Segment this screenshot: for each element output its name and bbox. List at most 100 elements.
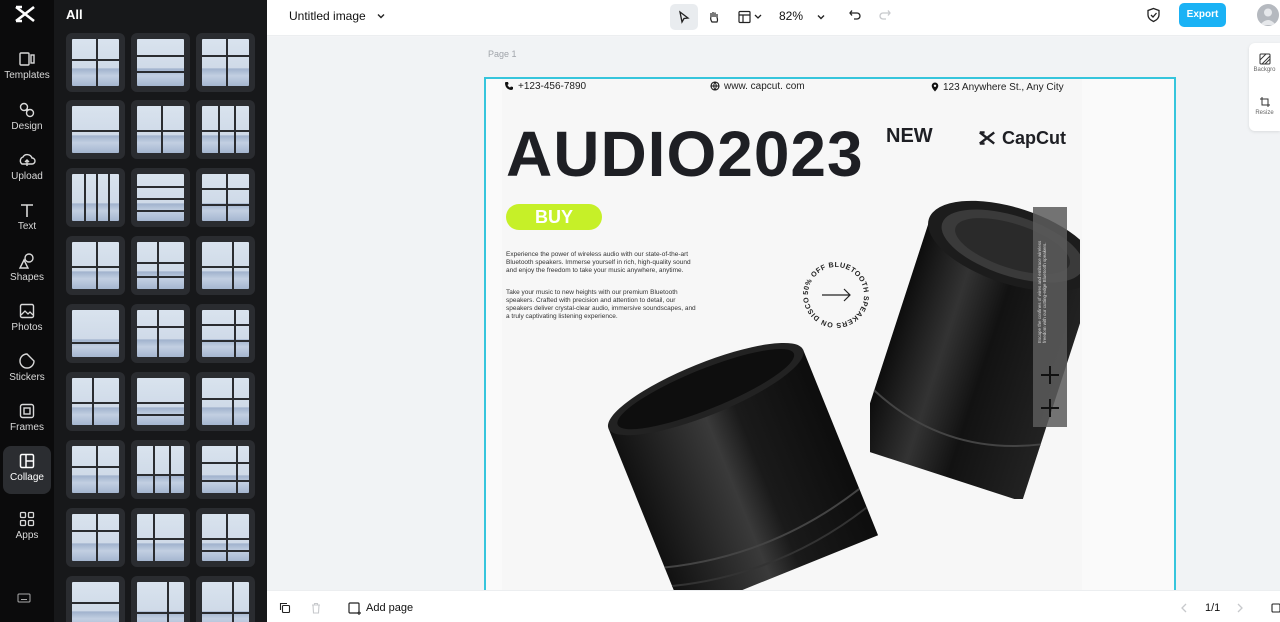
sidebar-item-label: Templates xyxy=(4,70,50,81)
sidebar-item-photos[interactable]: Photos xyxy=(3,296,51,344)
sidebar-item-label: Apps xyxy=(15,530,39,541)
page-canvas[interactable]: +123-456-7890 www. capcut. com 123 Anywh… xyxy=(484,77,1176,590)
duplicate-page-icon[interactable] xyxy=(279,602,291,614)
export-button[interactable]: Export xyxy=(1179,3,1226,27)
collage-template-thumb[interactable] xyxy=(66,440,125,499)
sidebar-item-collage[interactable]: Collage xyxy=(3,446,51,494)
collage-divider xyxy=(137,198,184,200)
sidebar-item-apps[interactable]: Apps xyxy=(3,504,51,552)
previous-page-icon[interactable] xyxy=(1179,603,1189,613)
description-paragraph-1[interactable]: Experience the power of wireless audio w… xyxy=(506,251,696,275)
capcut-logo-icon[interactable] xyxy=(13,3,37,25)
next-page-icon[interactable] xyxy=(1235,603,1245,613)
document-title[interactable]: Untitled image xyxy=(289,9,366,23)
collage-divider xyxy=(72,130,119,132)
plus-icon[interactable] xyxy=(1038,363,1062,387)
shield-check-icon[interactable] xyxy=(1146,7,1161,23)
sidebar-item-design[interactable]: Design xyxy=(3,95,51,143)
select-tool-button[interactable] xyxy=(670,4,698,30)
collage-template-thumb[interactable] xyxy=(131,440,190,499)
collage-template-thumb[interactable] xyxy=(196,304,255,363)
collage-template-preview xyxy=(137,174,184,221)
collage-template-thumb[interactable] xyxy=(131,33,190,92)
phone-text[interactable]: +123-456-7890 xyxy=(504,81,586,92)
collage-template-preview xyxy=(137,242,184,289)
sidebar-item-templates[interactable]: Templates xyxy=(3,44,51,92)
frames-icon xyxy=(19,403,35,419)
collage-template-preview xyxy=(137,582,184,622)
collage-template-thumb[interactable] xyxy=(131,576,190,622)
collage-template-preview xyxy=(202,174,249,221)
redo-icon[interactable] xyxy=(878,8,892,22)
page-menu-icon[interactable] xyxy=(1270,601,1280,615)
sidebar-item-label: Text xyxy=(17,221,37,232)
sidebar-item-upload[interactable]: Upload xyxy=(3,145,51,193)
background-button[interactable]: Backgro xyxy=(1249,53,1280,73)
collage-template-preview xyxy=(137,106,184,153)
buy-badge[interactable]: BUY xyxy=(506,204,602,230)
keyboard-icon[interactable] xyxy=(17,591,31,605)
design-icon xyxy=(19,102,35,118)
sidebar-item-shapes[interactable]: Shapes xyxy=(3,246,51,294)
sidebar-item-label: Shapes xyxy=(10,272,44,283)
brand-name: CapCut xyxy=(1002,128,1067,148)
globe-icon xyxy=(710,81,720,91)
collage-template-thumb[interactable] xyxy=(196,440,255,499)
sidebar-item-text[interactable]: Text xyxy=(3,195,51,243)
layout-menu-button[interactable] xyxy=(735,4,767,30)
delete-page-icon[interactable] xyxy=(310,602,322,614)
collage-template-thumb[interactable] xyxy=(66,100,125,159)
top-toolbar: Untitled image 82% Export xyxy=(267,0,1280,36)
collage-divider xyxy=(137,402,184,404)
hand-tool-button[interactable] xyxy=(700,4,728,30)
collage-template-thumb[interactable] xyxy=(66,508,125,567)
collage-template-preview xyxy=(137,514,184,561)
collage-template-thumb[interactable] xyxy=(66,33,125,92)
collage-template-thumb[interactable] xyxy=(66,576,125,622)
poster-image[interactable]: +123-456-7890 www. capcut. com 123 Anywh… xyxy=(502,79,1082,590)
website-text[interactable]: www. capcut. com xyxy=(710,81,805,92)
sidebar-item-frames[interactable]: Frames xyxy=(3,396,51,444)
undo-icon[interactable] xyxy=(848,8,862,22)
chevron-down-icon[interactable] xyxy=(375,10,387,22)
phone-number: +123-456-7890 xyxy=(518,81,587,92)
collage-divider xyxy=(232,378,234,425)
collage-template-thumb[interactable] xyxy=(196,100,255,159)
add-page-button[interactable]: Add page xyxy=(366,602,413,614)
side-text-strip[interactable]: Escape the confines of wires and embrace… xyxy=(1033,207,1067,427)
collage-template-thumb[interactable] xyxy=(66,168,125,227)
add-page-icon[interactable] xyxy=(348,602,361,615)
brand-logo[interactable]: CapCut xyxy=(977,128,1066,149)
avatar[interactable] xyxy=(1257,4,1279,26)
collage-template-thumb[interactable] xyxy=(196,33,255,92)
collage-divider xyxy=(137,55,184,57)
collage-template-thumb[interactable] xyxy=(196,576,255,622)
templates-icon xyxy=(19,52,35,66)
collage-template-thumb[interactable] xyxy=(131,304,190,363)
collage-template-thumb[interactable] xyxy=(66,372,125,431)
collage-template-thumb[interactable] xyxy=(196,168,255,227)
collage-template-thumb[interactable] xyxy=(131,508,190,567)
collage-template-thumb[interactable] xyxy=(131,372,190,431)
address-text[interactable]: 123 Anywhere St., Any City xyxy=(931,82,1064,93)
collage-template-thumb[interactable] xyxy=(196,372,255,431)
collage-template-thumb[interactable] xyxy=(196,236,255,295)
sidebar-item-label: Design xyxy=(11,121,43,132)
collage-template-thumb[interactable] xyxy=(66,304,125,363)
collage-template-thumb[interactable] xyxy=(131,168,190,227)
collage-template-preview xyxy=(72,310,119,357)
poster-title[interactable]: AUDIO2023 xyxy=(506,117,864,191)
zoom-chevron-down-icon[interactable] xyxy=(815,11,827,23)
plus-icon[interactable] xyxy=(1038,396,1062,420)
collage-template-thumb[interactable] xyxy=(131,236,190,295)
zoom-level[interactable]: 82% xyxy=(779,9,803,23)
collage-divider xyxy=(137,186,184,188)
collage-template-thumb[interactable] xyxy=(66,236,125,295)
collage-divider xyxy=(157,242,159,289)
resize-button[interactable]: Resize xyxy=(1249,96,1280,116)
collage-template-thumb[interactable] xyxy=(131,100,190,159)
collage-template-thumb[interactable] xyxy=(196,508,255,567)
new-label[interactable]: NEW xyxy=(886,125,933,148)
sidebar-item-stickers[interactable]: Stickers xyxy=(3,346,51,394)
collage-divider xyxy=(202,340,249,342)
